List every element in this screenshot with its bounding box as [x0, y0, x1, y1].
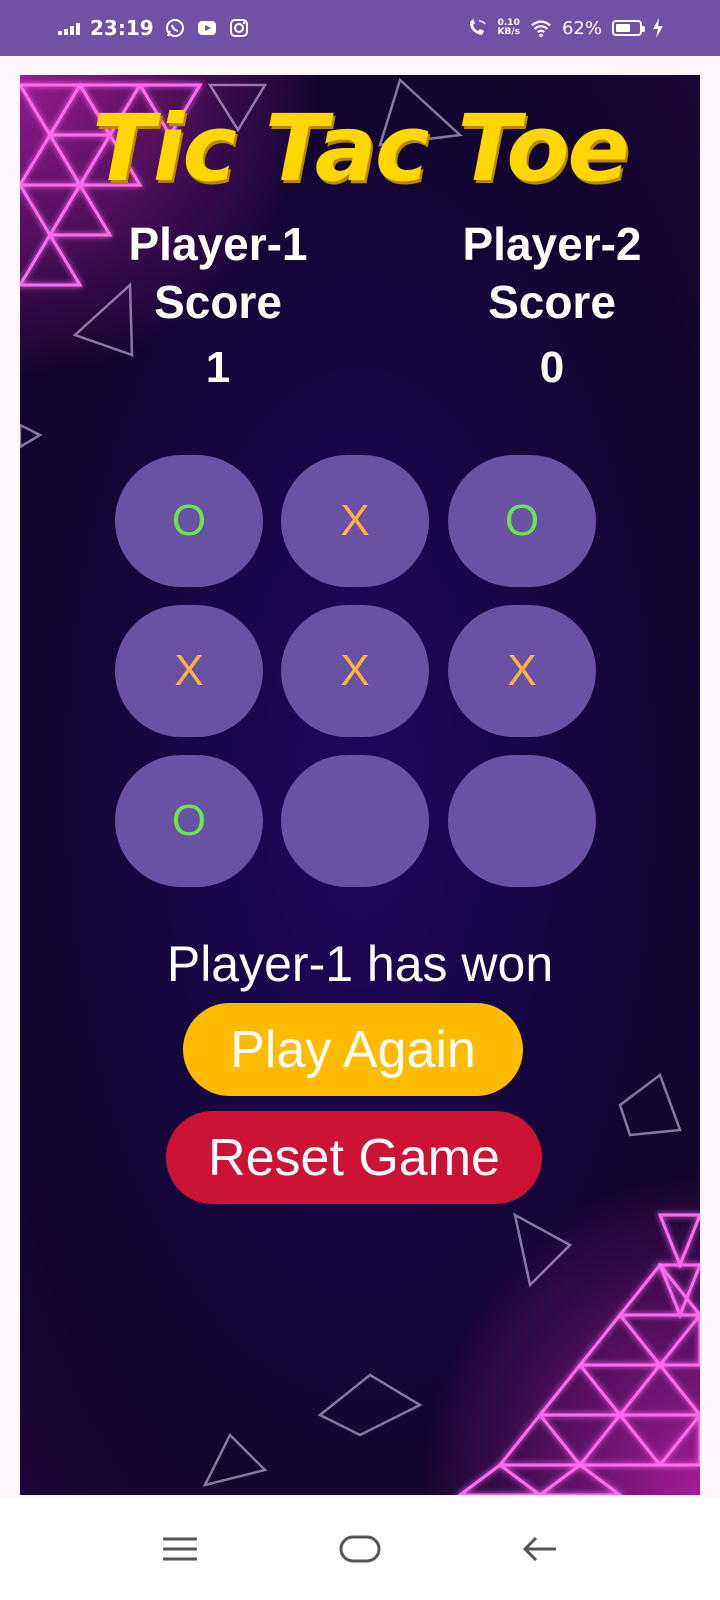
game-status-message: Player-1 has won [166, 936, 554, 992]
reset-game-button[interactable]: Reset Game [166, 1111, 542, 1204]
board-cell-0-0[interactable]: O [115, 455, 263, 587]
status-bar: 23:19 0.10 KB/s 62% [0, 0, 720, 56]
recent-apps-button[interactable] [150, 1529, 210, 1569]
player2-score-label: Score [488, 276, 616, 328]
game-title: Tic Tac Toe [92, 95, 630, 202]
game-board: O X O X X X O [115, 455, 605, 895]
wifi-calling-icon [469, 19, 486, 35]
battery-percent: 62% [561, 17, 602, 39]
home-icon [339, 1535, 381, 1562]
wifi-icon [531, 20, 551, 37]
board-cell-1-1[interactable]: X [281, 605, 429, 737]
board-cell-1-0[interactable]: X [115, 605, 263, 737]
player1-score-label: Score [154, 276, 282, 328]
player1-score-value: 1 [205, 343, 231, 392]
player1-score-panel: Player-1 Score 1 [78, 215, 358, 393]
board-cell-1-2[interactable]: X [448, 605, 596, 737]
home-button[interactable] [330, 1529, 390, 1569]
navigation-bar [0, 1497, 720, 1600]
game-screen: Tic Tac Toe Player-1 Score 1 Player-2 Sc… [20, 75, 700, 1495]
back-button[interactable] [510, 1529, 570, 1569]
player2-score-value: 0 [539, 343, 565, 392]
charging-icon [653, 18, 663, 38]
board-cell-2-1[interactable] [281, 755, 429, 887]
board-cell-2-2[interactable] [448, 755, 596, 887]
battery-icon [612, 20, 645, 36]
board-cell-0-2[interactable]: O [448, 455, 596, 587]
player1-label: Player-1 [128, 218, 308, 270]
board-cell-0-1[interactable]: X [281, 455, 429, 587]
clock-time: 23:19 [90, 16, 154, 40]
whatsapp-icon [165, 19, 184, 37]
play-again-button[interactable]: Play Again [183, 1003, 523, 1096]
instagram-icon [229, 19, 248, 37]
back-icon [522, 1536, 556, 1561]
signal-icon [58, 21, 80, 35]
network-speed: 0.10 KB/s [497, 18, 520, 37]
board-cell-2-0[interactable]: O [115, 755, 263, 887]
player2-label: Player-2 [462, 218, 642, 270]
menu-icon [163, 1537, 197, 1560]
youtube-icon [197, 21, 216, 35]
player2-score-panel: Player-2 Score 0 [412, 215, 692, 393]
